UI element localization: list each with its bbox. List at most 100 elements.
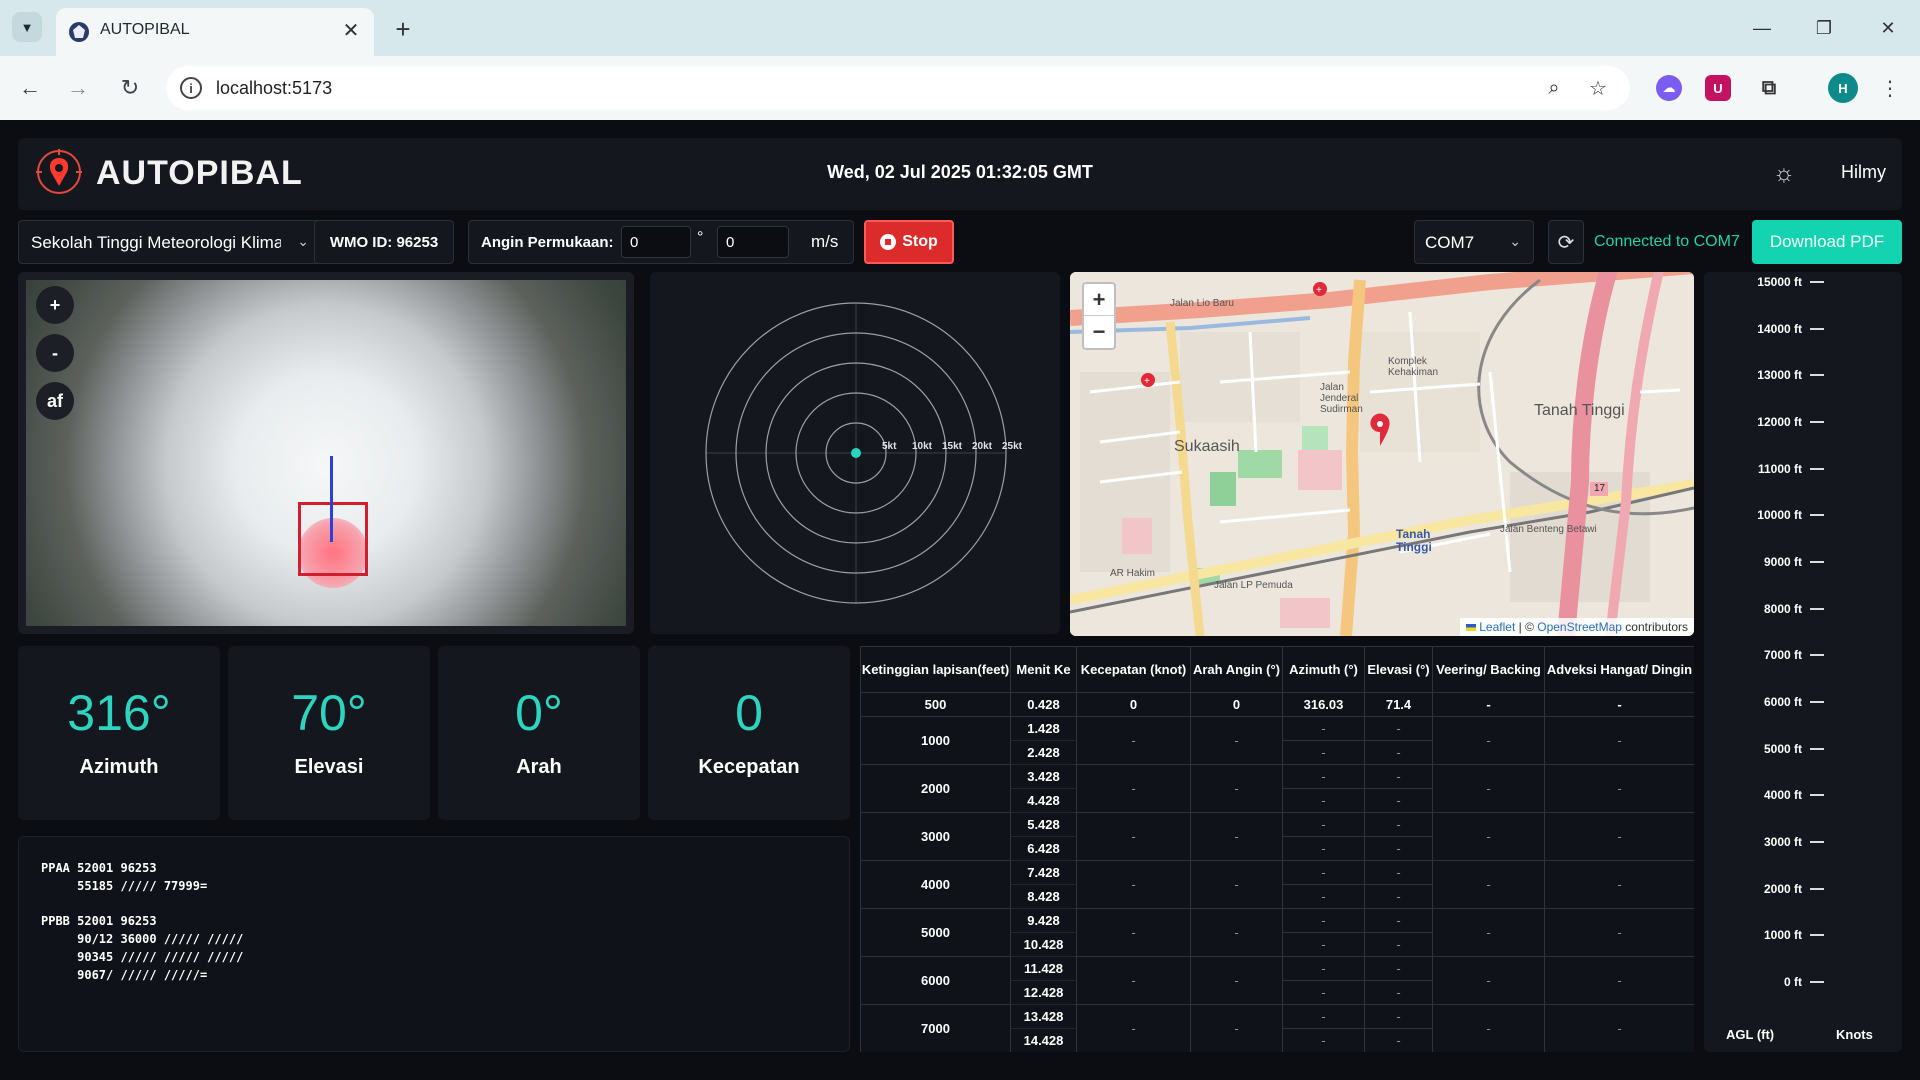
altitude-tick-label: 2000 ft [1763, 881, 1802, 896]
stop-button-label: Stop [902, 233, 938, 250]
station-select[interactable]: Sekolah Tinggi Meteorologi Klimatologi d… [18, 220, 322, 264]
kebab-menu-icon[interactable]: ⋮ [1872, 70, 1908, 106]
download-pdf-button[interactable]: Download PDF [1752, 220, 1902, 264]
table-cell: 2.428 [1010, 740, 1077, 765]
wind-direction-input[interactable] [621, 226, 691, 258]
zoom-magnifier-icon[interactable]: ⌕ [1542, 76, 1566, 100]
download-pdf-label: Download PDF [1769, 232, 1885, 251]
azimuth-value: 316° [67, 685, 171, 741]
camera-autofocus-button[interactable]: af [36, 382, 74, 420]
com-port-select[interactable]: COM7 ⌄ [1414, 220, 1534, 264]
polar-ring-label: 5kt [882, 441, 897, 452]
table-header-cell: Menit Ke [1010, 646, 1077, 693]
station-select-value: Sekolah Tinggi Meteorologi Klimatologi d… [31, 233, 281, 252]
polar-wind-point [851, 448, 861, 458]
altitude-tick-label: 0 ft [1784, 975, 1802, 989]
user-name[interactable]: Hilmy [1841, 162, 1886, 183]
table-row: 500 0.428 0 0 316.03 71.4- - [860, 692, 1694, 717]
map-panel[interactable]: + + Jalan Lio Baru Sukaasih Tanah Tinggi… [1070, 272, 1694, 636]
table-cell: 0 [1190, 692, 1283, 717]
tab-favicon-icon [69, 22, 89, 42]
table-header-cell: Ketinggian lapisan(feet) [860, 646, 1011, 693]
altitude-tick: 13000 ft [1704, 368, 1824, 382]
map-label-jalan-lio-baru: Jalan Lio Baru [1170, 298, 1234, 309]
table-cell: 3000 [860, 812, 1011, 861]
table-cell: - [1544, 812, 1694, 861]
elevation-label: Elevasi [294, 756, 364, 778]
address-url[interactable]: localhost:5173 [216, 78, 332, 99]
profile-avatar[interactable]: H [1828, 73, 1858, 103]
address-bar[interactable]: i localhost:5173 ⌕ ☆ [166, 66, 1630, 110]
wind-polar-plot: 5kt 10kt 15kt 20kt 25kt [705, 302, 1023, 604]
browser-tab[interactable]: AUTOPIBAL ✕ [56, 8, 374, 56]
table-row: 1000 1.428- - - - - - [860, 716, 1694, 765]
map-label-jalan-sudirman: Jalan Jenderal Sudirman [1320, 382, 1363, 415]
map-label-jalan-benteng-betawi: Jalan Benteng Betawi [1500, 524, 1597, 535]
table-cell: - [1364, 836, 1433, 861]
table-cell: 5000 [860, 908, 1011, 957]
map-zoom-out-button[interactable]: − [1084, 316, 1114, 348]
table-cell: 2000 [860, 764, 1011, 813]
altitude-tick: 9000 ft [1704, 555, 1824, 569]
osm-link[interactable]: OpenStreetMap [1537, 620, 1622, 634]
wind-speed-input[interactable] [717, 226, 789, 258]
table-body: 500 0.428 0 0 316.03 71.4- -1000 1.428- - - - - -2.4… [860, 692, 1694, 1052]
code-line: PPBB 52001 96253 [41, 914, 157, 928]
altitude-tick-label: 15000 ft [1757, 275, 1802, 289]
table-cell: 11.428 [1010, 956, 1077, 981]
site-info-icon[interactable]: i [180, 77, 202, 99]
table-cell: 500 [860, 692, 1011, 717]
table-cell: 6.428 [1010, 836, 1077, 861]
polar-ring-label: 20kt [972, 441, 993, 452]
table-cell: 0 [1076, 692, 1191, 717]
camera-feed[interactable]: + - af [26, 280, 626, 626]
altitude-tick: 8000 ft [1704, 602, 1824, 616]
tab-close-icon[interactable]: ✕ [340, 19, 362, 42]
map-zoom-in-button[interactable]: + [1084, 284, 1114, 316]
table-cell: 13.428 [1010, 1004, 1077, 1029]
table-cell: - [1282, 812, 1365, 837]
table-cell: - [1432, 716, 1545, 765]
altitude-tick: 4000 ft [1704, 788, 1824, 802]
reload-icon[interactable]: ↻ [112, 70, 148, 106]
stop-button[interactable]: Stop [864, 220, 954, 264]
table-row: 6000 11.428- - - - - - [860, 956, 1694, 1005]
camera-zoom-out-button[interactable]: - [36, 334, 74, 372]
new-tab-plus-icon[interactable]: + [388, 14, 418, 44]
altitude-tick-label: 6000 ft [1763, 695, 1802, 709]
speed-label: Kecepatan [698, 756, 800, 778]
refresh-ports-icon[interactable]: ⟳ [1548, 220, 1584, 264]
extensions-puzzle-icon[interactable]: ⧉ [1756, 75, 1782, 101]
table-cell: - [1364, 956, 1433, 981]
table-cell: - [1282, 788, 1365, 813]
table-cell: - [1282, 764, 1365, 789]
extension-cloud-icon[interactable]: ☁ [1656, 75, 1682, 101]
altitude-tick-mark [1810, 514, 1824, 517]
altitude-tick: 15000 ft [1704, 275, 1824, 289]
tab-search-chevron-icon[interactable]: ▼ [12, 12, 42, 42]
minimize-icon[interactable]: — [1744, 12, 1780, 44]
table-cell: - [1364, 1028, 1433, 1052]
tab-title: AUTOPIBAL [100, 21, 190, 38]
bookmark-star-icon[interactable]: ☆ [1586, 76, 1610, 100]
table-header-cell: Elevasi (°) [1364, 646, 1433, 693]
table-cell: - [1432, 812, 1545, 861]
restore-icon[interactable]: ❐ [1806, 12, 1842, 44]
stop-icon [880, 234, 897, 250]
table-cell: - [1544, 764, 1694, 813]
back-arrow-icon[interactable]: ← [12, 70, 48, 106]
leaflet-link[interactable]: Leaflet [1479, 620, 1515, 634]
table-cell: - [1282, 1004, 1365, 1029]
table-cell: - [1364, 716, 1433, 741]
altitude-tick-mark [1810, 654, 1824, 657]
theme-toggle-sun-icon[interactable]: ☼ [1770, 160, 1798, 188]
camera-zoom-in-button[interactable]: + [36, 286, 74, 324]
table-cell: - [1190, 1004, 1283, 1052]
forward-arrow-icon[interactable]: → [60, 70, 96, 106]
map-label-tanah-tinggi-station: Tanah Tinggi [1396, 527, 1432, 554]
window-close-icon[interactable]: ✕ [1870, 12, 1906, 44]
altitude-tick-label: 13000 ft [1757, 368, 1802, 383]
altitude-axis-label: AGL (ft) [1726, 1027, 1775, 1042]
extension-shield-icon[interactable]: U [1705, 75, 1731, 101]
table-cell: - [1364, 932, 1433, 957]
